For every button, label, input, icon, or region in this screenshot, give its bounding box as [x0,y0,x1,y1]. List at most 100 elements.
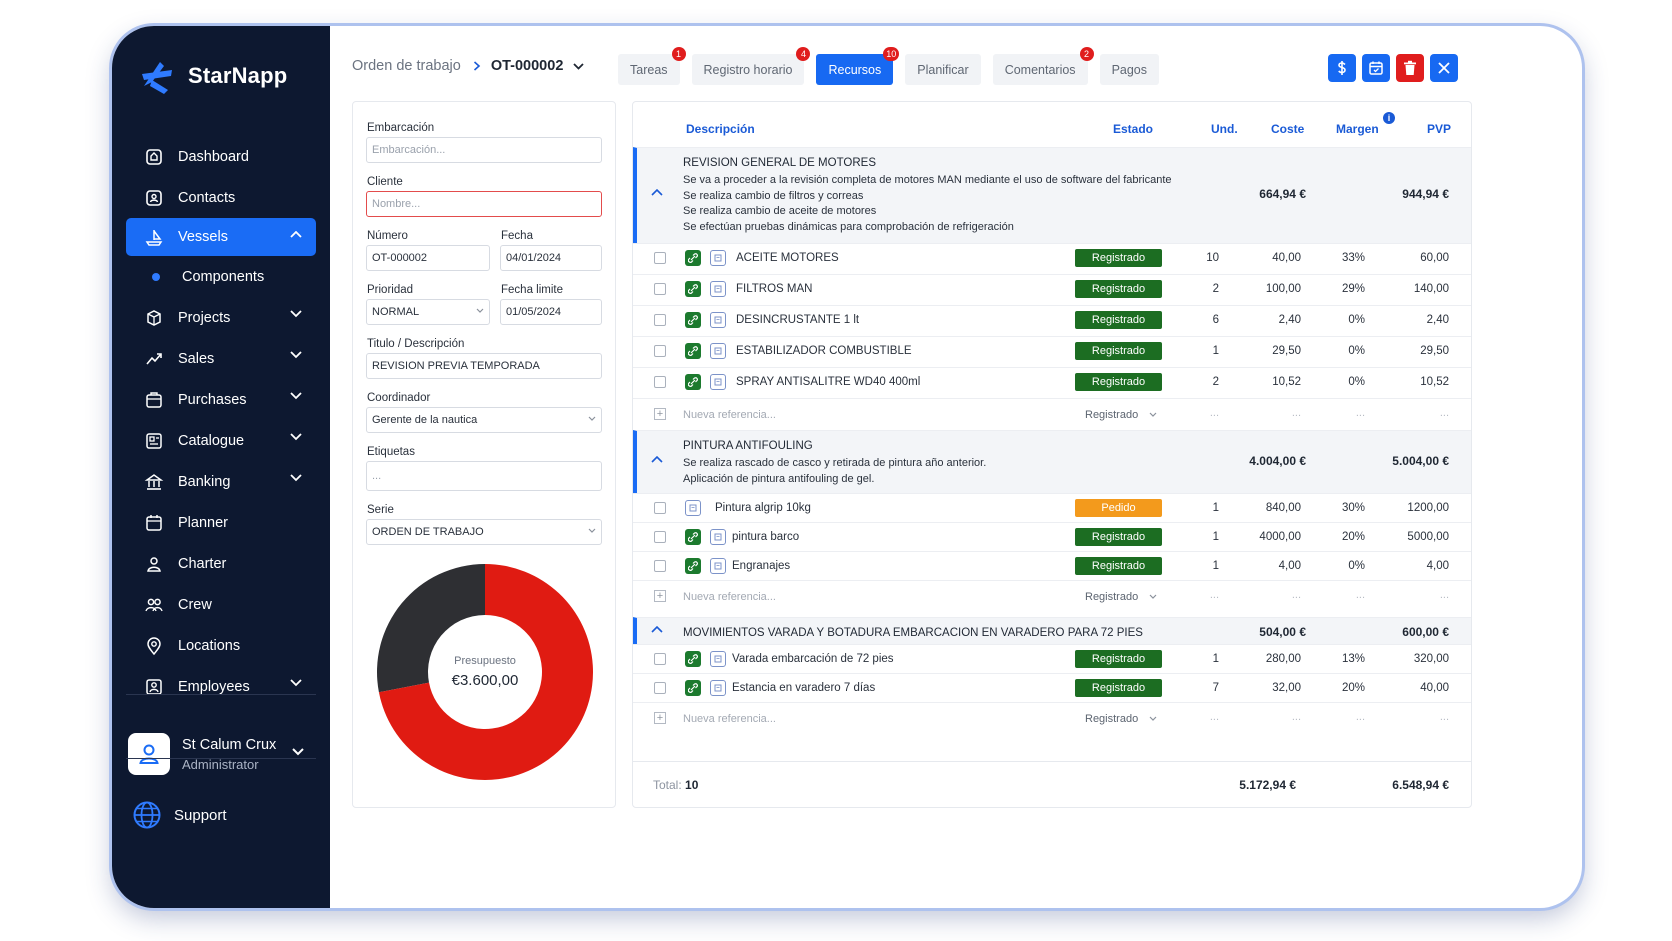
document-icon[interactable] [710,250,726,266]
numero-input[interactable]: OT-000002 [366,245,490,271]
sidebar-item-projects[interactable]: Projects [126,297,316,338]
new-reference-status-select[interactable]: Registrado [1085,409,1157,421]
link-icon[interactable] [685,374,701,390]
document-icon[interactable] [710,529,726,545]
link-icon[interactable] [685,343,701,359]
sidebar-item-crew[interactable]: Crew [126,584,316,625]
status-badge[interactable]: Registrado [1075,280,1162,298]
status-badge[interactable]: Registrado [1075,557,1162,575]
chevron-down-icon[interactable] [290,474,302,482]
link-icon[interactable] [685,558,701,574]
sidebar-item-banking[interactable]: Banking [126,461,316,502]
chevron-up-icon[interactable] [651,189,663,197]
col-pvp[interactable]: PVP [1427,122,1451,136]
document-icon[interactable] [710,680,726,696]
row-checkbox[interactable] [654,376,666,388]
delete-button[interactable] [1396,54,1424,82]
sidebar-item-contacts[interactable]: Contacts [126,177,316,218]
sidebar-item-purchases[interactable]: Purchases [126,379,316,420]
info-icon[interactable]: i [1383,112,1395,124]
row-checkbox[interactable] [654,345,666,357]
fecha-input[interactable]: 04/01/2024 [500,245,602,271]
row-checkbox[interactable] [654,252,666,264]
sidebar-item-employees[interactable]: Employees [126,666,316,707]
link-icon[interactable] [685,281,701,297]
document-icon[interactable] [710,558,726,574]
coordinador-select[interactable]: Gerente de la nautica [366,407,602,433]
chevron-down-icon[interactable] [290,392,302,400]
breadcrumb-root[interactable]: Orden de trabajo [352,58,461,74]
sidebar-item-vessels[interactable]: Vessels [126,218,316,256]
chevron-down-icon[interactable] [292,748,304,756]
status-badge[interactable]: Registrado [1075,679,1162,697]
document-icon[interactable] [710,651,726,667]
col-coste[interactable]: Coste [1271,122,1304,136]
chevron-down-icon[interactable] [290,310,302,318]
add-icon[interactable]: + [654,712,666,724]
col-descripcion[interactable]: Descripción [686,122,755,136]
status-badge[interactable]: Registrado [1075,528,1162,546]
status-badge[interactable]: Pedido [1075,499,1162,517]
link-icon[interactable] [685,680,701,696]
row-checkbox[interactable] [654,283,666,295]
app-logo[interactable]: StarNapp [138,56,287,96]
link-icon[interactable] [685,529,701,545]
sidebar-item-components[interactable]: Components [126,256,316,297]
tab-pagos[interactable]: Pagos [1099,54,1160,85]
new-reference-status-select[interactable]: Registrado [1085,591,1157,603]
row-checkbox[interactable] [654,314,666,326]
payment-button[interactable] [1328,54,1356,82]
tab-comentarios[interactable]: Comentarios 2 [992,47,1094,85]
support-link[interactable]: Support [132,800,227,830]
document-icon[interactable] [710,374,726,390]
status-badge[interactable]: Registrado [1075,249,1162,267]
row-checkbox[interactable] [654,560,666,572]
calendar-button[interactable] [1362,54,1390,82]
close-button[interactable] [1430,54,1458,82]
status-badge[interactable]: Registrado [1075,373,1162,391]
link-icon[interactable] [685,651,701,667]
titulo-input[interactable]: REVISION PREVIA TEMPORADA [366,353,602,379]
col-und[interactable]: Und. [1211,122,1238,136]
fecha-limite-input[interactable]: 01/05/2024 [500,299,602,325]
document-icon[interactable] [710,281,726,297]
chevron-down-icon[interactable] [290,679,302,687]
document-icon[interactable] [710,343,726,359]
chevron-down-icon[interactable] [290,351,302,359]
add-icon[interactable]: + [654,408,666,420]
status-badge[interactable]: Registrado [1075,342,1162,360]
col-margen[interactable]: Margen [1336,122,1379,136]
row-checkbox[interactable] [654,653,666,665]
embarcacion-input[interactable]: Embarcación... [366,137,602,163]
new-reference-input[interactable]: Nueva referencia... [683,409,776,421]
chevron-up-icon[interactable] [290,231,302,239]
user-card[interactable]: St Calum Crux Administrator [128,726,318,782]
row-checkbox[interactable] [654,502,666,514]
sidebar-item-locations[interactable]: Locations [126,625,316,666]
chevron-down-icon[interactable] [290,433,302,441]
document-icon[interactable] [710,312,726,328]
chevron-up-icon[interactable] [651,456,663,464]
tab-tareas[interactable]: Tareas 1 [618,47,686,85]
prioridad-select[interactable]: NORMAL [366,299,490,325]
sidebar-item-planner[interactable]: Planner [126,502,316,543]
sidebar-item-dashboard[interactable]: Dashboard [126,136,316,177]
tab-registro-horario[interactable]: Registro horario 4 [691,47,811,85]
chevron-up-icon[interactable] [651,626,663,634]
status-badge[interactable]: Registrado [1075,311,1162,329]
new-reference-input[interactable]: Nueva referencia... [683,591,776,603]
document-icon[interactable] [685,500,701,516]
col-estado[interactable]: Estado [1113,122,1153,136]
link-icon[interactable] [685,250,701,266]
etiquetas-input[interactable]: ... [366,461,602,491]
status-badge[interactable]: Registrado [1075,650,1162,668]
cliente-input[interactable]: Nombre... [366,191,602,217]
link-icon[interactable] [685,312,701,328]
sidebar-item-charter[interactable]: Charter [126,543,316,584]
chevron-down-icon[interactable] [573,62,585,70]
row-checkbox[interactable] [654,682,666,694]
row-checkbox[interactable] [654,531,666,543]
new-reference-status-select[interactable]: Registrado [1085,713,1157,725]
tab-recursos[interactable]: Recursos 10 [816,47,900,85]
new-reference-input[interactable]: Nueva referencia... [683,713,776,725]
